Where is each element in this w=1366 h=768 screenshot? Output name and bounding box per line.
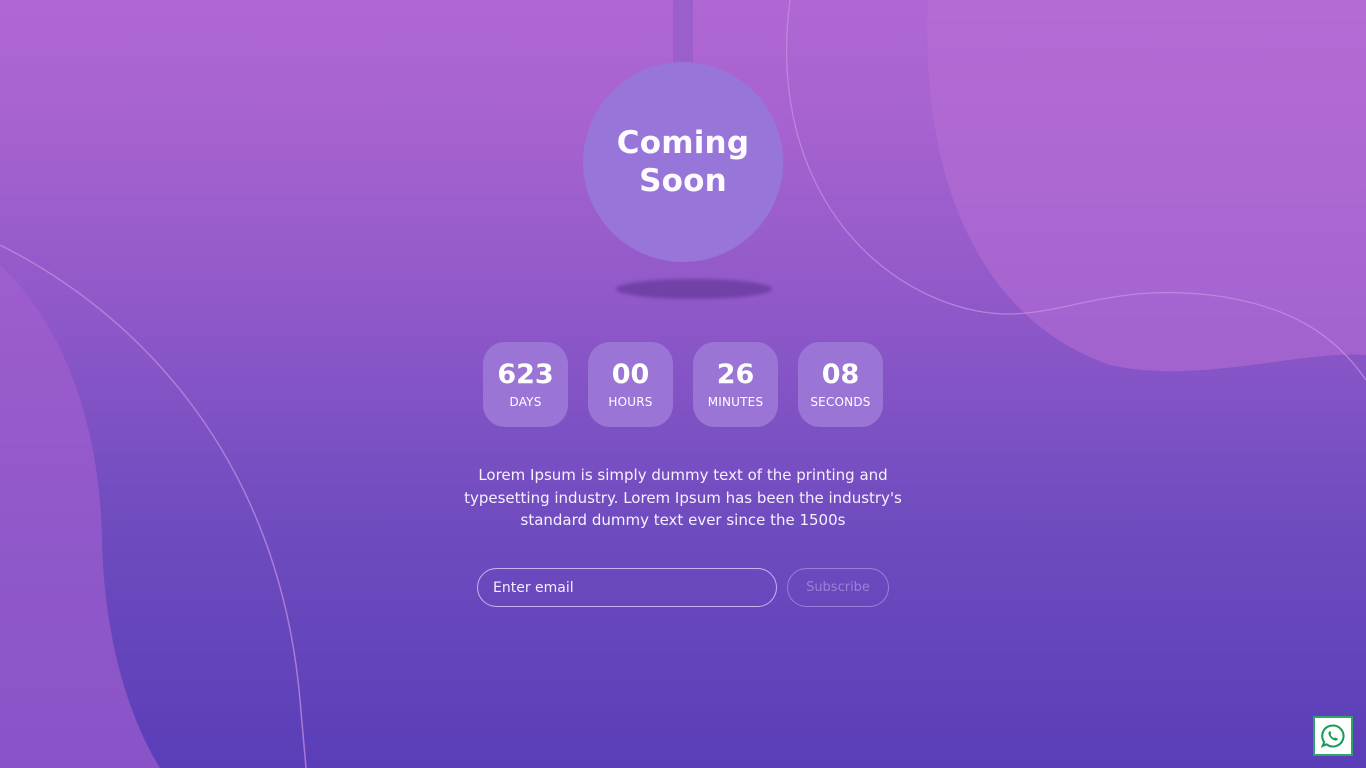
days-label: DAYS	[509, 394, 542, 409]
right-blob	[927, 0, 1366, 372]
countdown-days: 623 DAYS	[483, 342, 568, 427]
circle-shadow	[616, 279, 772, 299]
countdown-timer: 623 DAYS 00 HOURS 26 MINUTES 08 SECONDS	[483, 342, 883, 427]
description-text: Lorem Ipsum is simply dummy text of the …	[464, 466, 902, 529]
countdown-seconds: 08 SECONDS	[798, 342, 883, 427]
hours-value: 00	[611, 358, 650, 390]
subscribe-button[interactable]: Subscribe	[787, 568, 889, 607]
minutes-label: MINUTES	[707, 394, 764, 409]
email-input[interactable]	[477, 568, 777, 607]
hours-label: HOURS	[608, 394, 653, 409]
seconds-label: SECONDS	[810, 394, 871, 409]
countdown-minutes: 26 MINUTES	[693, 342, 778, 427]
title-line-2: Soon	[639, 163, 727, 199]
pendulum-string	[673, 0, 693, 66]
countdown-hours: 00 HOURS	[588, 342, 673, 427]
title-line-1: Coming	[616, 125, 750, 161]
days-value: 623	[497, 358, 554, 390]
coming-soon-circle: Coming Soon	[583, 62, 783, 262]
whatsapp-icon	[1320, 724, 1345, 748]
seconds-value: 08	[821, 358, 860, 390]
minutes-value: 26	[716, 358, 755, 390]
whatsapp-button[interactable]	[1313, 716, 1353, 756]
